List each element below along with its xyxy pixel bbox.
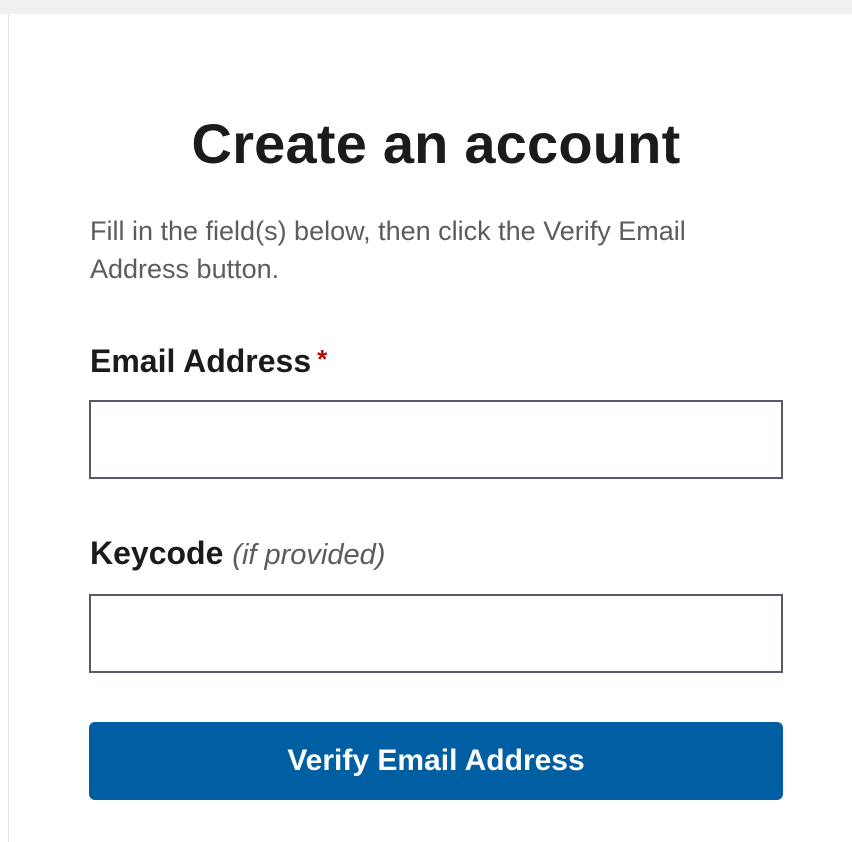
page-title: Create an account bbox=[191, 112, 681, 175]
verify-email-button[interactable]: Verify Email Address bbox=[89, 722, 783, 800]
form-instructions: Fill in the field(s) below, then click t… bbox=[90, 216, 686, 284]
keycode-hint: (if provided) bbox=[232, 539, 386, 571]
email-label: Email Address * bbox=[90, 339, 327, 381]
required-asterisk: * bbox=[317, 344, 328, 374]
keycode-label-text: Keycode bbox=[90, 535, 224, 571]
keycode-label: Keycode (if provided) bbox=[90, 533, 385, 575]
keycode-input[interactable] bbox=[89, 594, 783, 673]
email-label-text: Email Address bbox=[90, 343, 312, 379]
email-input[interactable] bbox=[89, 400, 783, 479]
top-strip bbox=[0, 0, 852, 14]
